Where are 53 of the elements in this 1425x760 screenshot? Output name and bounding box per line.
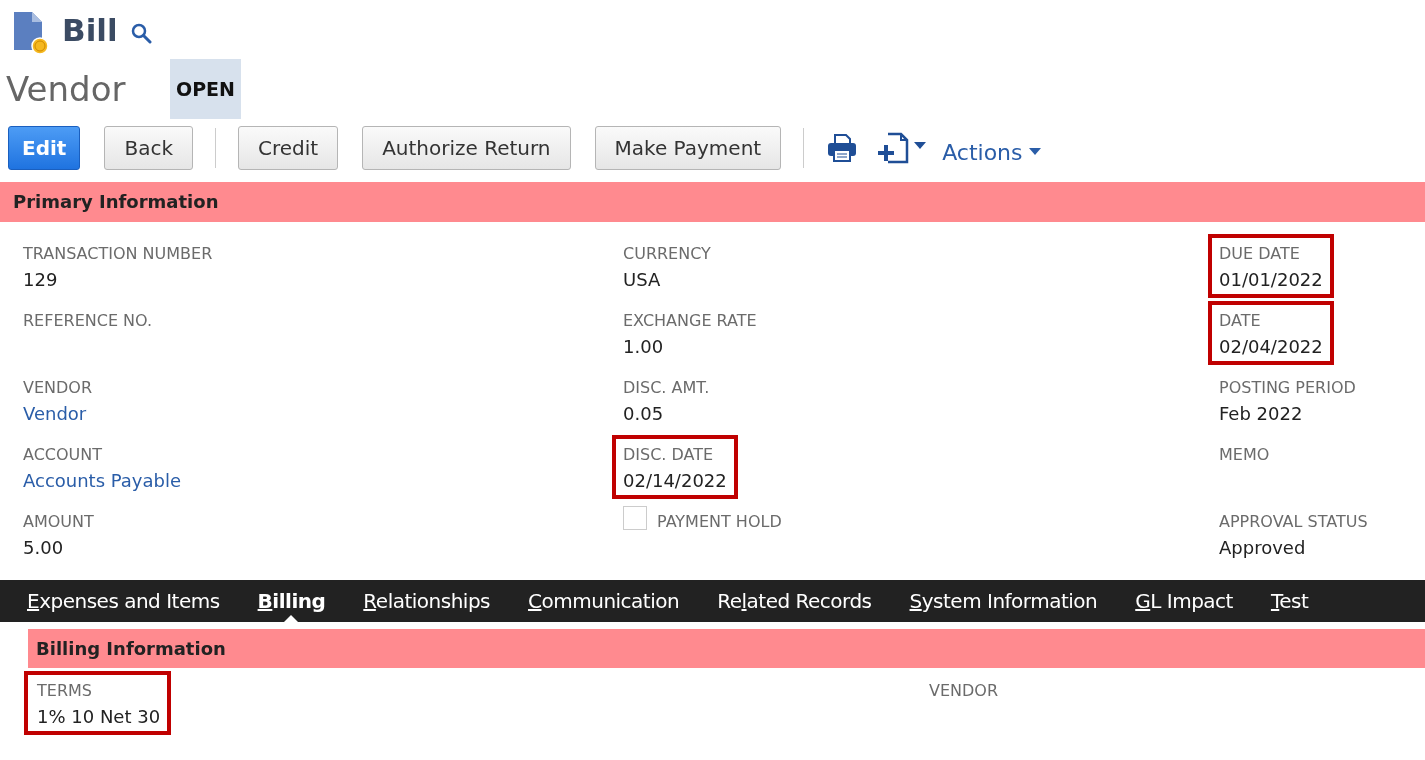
field-value: 1% 10 Net 30 [37,706,161,727]
toolbar-button[interactable]: Credit [237,126,339,170]
field-link[interactable]: Vendor [23,403,93,424]
field-label: TERMS [37,681,93,700]
toolbar-button[interactable]: Make Payment [594,126,782,170]
field-label: MEMO [1219,445,1270,464]
section-header: Primary Information [0,182,1425,222]
tab[interactable]: Expenses and Items [27,580,220,622]
field-label: DISC. AMT. [623,378,710,397]
actions-menu[interactable]: Actions [942,139,1041,165]
print-icon[interactable] [826,133,859,163]
field-link[interactable]: Accounts Payable [23,470,182,491]
field-label: ACCOUNT [23,445,104,464]
field-label: VENDOR [23,378,93,397]
status-badge: OPEN [170,59,241,119]
field-label: EXCHANGE RATE [623,311,757,330]
field-value: 02/14/2022 [623,470,727,491]
field-value: 02/04/2022 [1219,336,1323,357]
field-label: POSTING PERIOD [1219,378,1356,397]
field-label: PAYMENT HOLD [657,512,782,531]
field-value: USA [623,269,662,290]
field-value: 01/01/2022 [1219,269,1323,290]
field-value: 129 [23,269,59,290]
field-label: APPROVAL STATUS [1219,512,1368,531]
tab[interactable]: Communication [528,580,680,622]
checkbox[interactable] [623,505,647,530]
tab[interactable]: Related Records [717,580,872,622]
section-header: Billing Information [28,629,1425,668]
field-value: 0.05 [623,403,665,424]
field-label: AMOUNT [23,512,94,531]
toolbar-button[interactable]: Authorize Return [362,126,571,170]
field-label: DISC. DATE [623,445,715,464]
field-label: CURRENCY [623,244,711,263]
field-label: TRANSACTION NUMBER [23,244,213,263]
toolbar-button[interactable]: Back [104,126,193,170]
field-value: 1.00 [623,336,665,357]
field-value: Approved [1219,537,1307,558]
field-label: DATE [1219,311,1262,330]
field-label: VENDOR [929,681,999,700]
toolbar-button[interactable]: Edit [8,126,81,170]
tab[interactable]: Billing [257,580,326,622]
tab[interactable]: System Information [909,580,1098,622]
record-name: Vendor [5,69,127,109]
tab[interactable]: Relationships [363,580,491,622]
field-label: DUE DATE [1219,244,1301,263]
field-value: Feb 2022 [1219,403,1304,424]
record-type-title: Bill [62,12,118,48]
tab[interactable]: Test [1270,580,1309,622]
tab[interactable]: GL Impact [1135,580,1233,622]
field-label: REFERENCE NO. [23,311,153,330]
field-value: 5.00 [23,537,65,558]
caret-icon[interactable] [1028,148,1041,156]
search-icon[interactable] [129,22,152,44]
